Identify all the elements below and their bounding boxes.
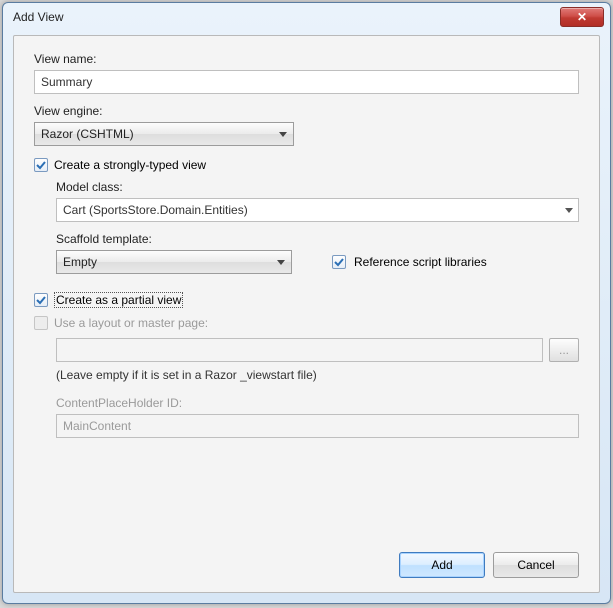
close-icon: ✕ (577, 10, 587, 24)
scaffold-template-value: Empty (63, 255, 97, 269)
view-engine-label: View engine: (34, 104, 579, 118)
dialog-button-row: Add Cancel (399, 552, 579, 578)
model-class-dropdown-button[interactable] (560, 199, 578, 221)
reference-scripts-checkbox[interactable] (332, 255, 346, 269)
partial-view-label: Create as a partial view (54, 292, 183, 308)
view-engine-value: Razor (CSHTML) (41, 127, 134, 141)
strongly-typed-label: Create a strongly-typed view (54, 158, 206, 172)
check-icon (36, 295, 46, 305)
add-button[interactable]: Add (399, 552, 485, 578)
cancel-button-label: Cancel (517, 558, 554, 572)
strongly-typed-row: Create a strongly-typed view (34, 158, 579, 172)
chevron-down-icon (565, 208, 573, 213)
titlebar[interactable]: Add View ✕ (3, 3, 610, 31)
scaffold-template-label: Scaffold template: (56, 232, 579, 246)
use-layout-label: Use a layout or master page: (54, 316, 208, 330)
browse-button: ... (549, 338, 579, 362)
check-icon (36, 160, 46, 170)
cancel-button[interactable]: Cancel (493, 552, 579, 578)
use-layout-row: Use a layout or master page: (34, 316, 579, 330)
layout-hint: (Leave empty if it is set in a Razor _vi… (56, 368, 579, 382)
add-button-label: Add (431, 558, 452, 572)
placeholder-id-label: ContentPlaceHolder ID: (56, 396, 579, 410)
window-title: Add View (13, 10, 560, 24)
view-engine-select[interactable]: Razor (CSHTML) (34, 122, 294, 146)
dialog-window: Add View ✕ View name: View engine: Razor… (2, 2, 611, 604)
strongly-typed-group: Model class: Cart (SportsStore.Domain.En… (56, 180, 579, 274)
view-name-label: View name: (34, 52, 579, 66)
chevron-down-icon (277, 260, 285, 265)
scaffold-template-select[interactable]: Empty (56, 250, 292, 274)
layout-path-input (56, 338, 543, 362)
reference-scripts-row: Reference script libraries (332, 255, 487, 269)
layout-group: ... (Leave empty if it is set in a Razor… (56, 338, 579, 448)
use-layout-checkbox (34, 316, 48, 330)
content-panel: View name: View engine: Razor (CSHTML) C… (13, 35, 600, 593)
partial-view-row: Create as a partial view (34, 292, 579, 308)
placeholder-id-input (56, 414, 579, 438)
chevron-down-icon (279, 132, 287, 137)
view-name-input[interactable] (34, 70, 579, 94)
check-icon (334, 257, 344, 267)
reference-scripts-label: Reference script libraries (354, 255, 487, 269)
close-button[interactable]: ✕ (560, 7, 604, 27)
strongly-typed-checkbox[interactable] (34, 158, 48, 172)
partial-view-checkbox[interactable] (34, 293, 48, 307)
ellipsis-icon: ... (559, 343, 569, 357)
model-class-label: Model class: (56, 180, 579, 194)
model-class-combo[interactable]: Cart (SportsStore.Domain.Entities) (56, 198, 579, 222)
model-class-value: Cart (SportsStore.Domain.Entities) (63, 203, 560, 217)
